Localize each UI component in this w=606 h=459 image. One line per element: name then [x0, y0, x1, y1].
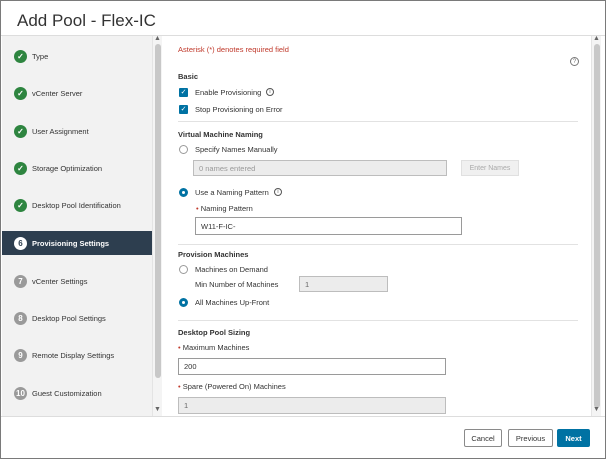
info-icon[interactable]: i [274, 188, 282, 196]
max-machines-input[interactable]: 200 [178, 358, 446, 375]
names-input[interactable]: 0 names entered [193, 160, 447, 176]
sidebar-scroll-thumb[interactable] [155, 44, 161, 378]
scroll-up-icon[interactable]: ▲ [154, 35, 161, 42]
scroll-up-icon[interactable]: ▲ [593, 35, 600, 42]
spare-machines-label: • Spare (Powered On) Machines [178, 382, 286, 391]
step-label: Desktop Pool Identification [32, 200, 121, 210]
step-label: Storage Optimization [32, 163, 103, 173]
provisioning-form: Asterisk (*) denotes required field ? Ba… [162, 36, 590, 416]
dialog-title: Add Pool - Flex-IC [17, 11, 156, 30]
basic-heading: Basic [178, 72, 199, 81]
max-machines-label: • Maximum Machines [178, 343, 250, 352]
stop-on-error-label: Stop Provisioning on Error [195, 105, 283, 114]
scroll-down-icon[interactable]: ▼ [154, 406, 161, 413]
enable-provisioning-checkbox[interactable]: ✓ [179, 88, 188, 97]
sizing-heading: Desktop Pool Sizing [178, 328, 251, 337]
naming-pattern-input[interactable]: W11-F-IC- [195, 217, 462, 235]
step-provisioning-settings[interactable]: 6 Provisioning Settings [2, 231, 152, 255]
step-number: 9 [14, 348, 27, 362]
step-vcenter-settings[interactable]: 7 vCenter Settings [2, 269, 152, 293]
section-divider [178, 320, 578, 321]
required-note: Asterisk (*) denotes required field [178, 45, 289, 54]
step-number: 8 [14, 311, 27, 325]
all-up-front-label: All Machines Up-Front [195, 298, 270, 307]
scroll-down-icon[interactable]: ▼ [593, 406, 600, 413]
check-icon: ✓ [14, 198, 27, 212]
naming-heading: Virtual Machine Naming [178, 130, 263, 139]
step-vcenter-server[interactable]: ✓ vCenter Server [2, 81, 152, 105]
step-remote-display-settings[interactable]: 9 Remote Display Settings [2, 343, 152, 367]
machines-on-demand-radio[interactable] [179, 265, 188, 274]
next-button[interactable]: Next [557, 429, 590, 447]
naming-pattern-field-label: • Naming Pattern [196, 204, 253, 213]
naming-pattern-radio[interactable] [179, 188, 188, 197]
manual-names-radio[interactable] [179, 145, 188, 154]
step-desktop-pool-settings[interactable]: 8 Desktop Pool Settings [2, 306, 152, 330]
check-icon: ✓ [14, 86, 27, 100]
step-number: 7 [14, 274, 27, 288]
content-scrollbar[interactable]: ▲ ▼ [591, 35, 601, 416]
section-divider [178, 121, 578, 122]
manual-names-label: Specify Names Manually [195, 145, 278, 154]
check-icon: ✓ [14, 161, 27, 175]
step-label: vCenter Server [32, 88, 83, 98]
step-label: User Assignment [32, 126, 89, 136]
wizard-steps: ✓ Type ✓ vCenter Server ✓ User Assignmen… [2, 36, 152, 416]
step-number: 6 [14, 236, 27, 250]
naming-pattern-option-label: Use a Naming Pattern [195, 188, 269, 197]
section-divider [178, 244, 578, 245]
min-machines-label: Min Number of Machines [195, 280, 279, 289]
machines-on-demand-label: Machines on Demand [195, 265, 268, 274]
step-type[interactable]: ✓ Type [2, 44, 152, 68]
step-label: Provisioning Settings [32, 238, 110, 248]
min-machines-input[interactable]: 1 [299, 276, 388, 292]
check-icon: ✓ [14, 49, 27, 63]
help-circle-icon[interactable]: ? [570, 57, 579, 66]
spare-machines-input[interactable]: 1 [178, 397, 446, 414]
sidebar-scrollbar[interactable]: ▲ ▼ [152, 35, 162, 416]
enable-provisioning-label: Enable Provisioning [195, 88, 262, 97]
step-desktop-pool-identification[interactable]: ✓ Desktop Pool Identification [2, 193, 152, 217]
all-up-front-radio[interactable] [179, 298, 188, 307]
content-scroll-thumb[interactable] [594, 44, 600, 408]
step-storage-optimization[interactable]: ✓ Storage Optimization [2, 156, 152, 180]
step-label: Remote Display Settings [32, 350, 115, 360]
cancel-button[interactable]: Cancel [464, 429, 502, 447]
enter-names-button[interactable]: Enter Names [461, 160, 519, 176]
add-pool-dialog: Add Pool - Flex-IC ✓ Type ✓ vCenter Serv… [0, 0, 606, 459]
step-label: Guest Customization [32, 388, 102, 398]
stop-on-error-checkbox[interactable]: ✓ [179, 105, 188, 114]
previous-button[interactable]: Previous [508, 429, 553, 447]
step-guest-customization[interactable]: 10 Guest Customization [2, 381, 152, 405]
info-icon[interactable]: i [266, 88, 274, 96]
step-label: Type [32, 51, 49, 61]
step-user-assignment[interactable]: ✓ User Assignment [2, 119, 152, 143]
provision-heading: Provision Machines [178, 250, 249, 259]
footer-divider [1, 416, 605, 417]
step-label: vCenter Settings [32, 276, 88, 286]
check-icon: ✓ [14, 124, 27, 138]
step-label: Desktop Pool Settings [32, 313, 106, 323]
step-number: 10 [14, 386, 27, 400]
